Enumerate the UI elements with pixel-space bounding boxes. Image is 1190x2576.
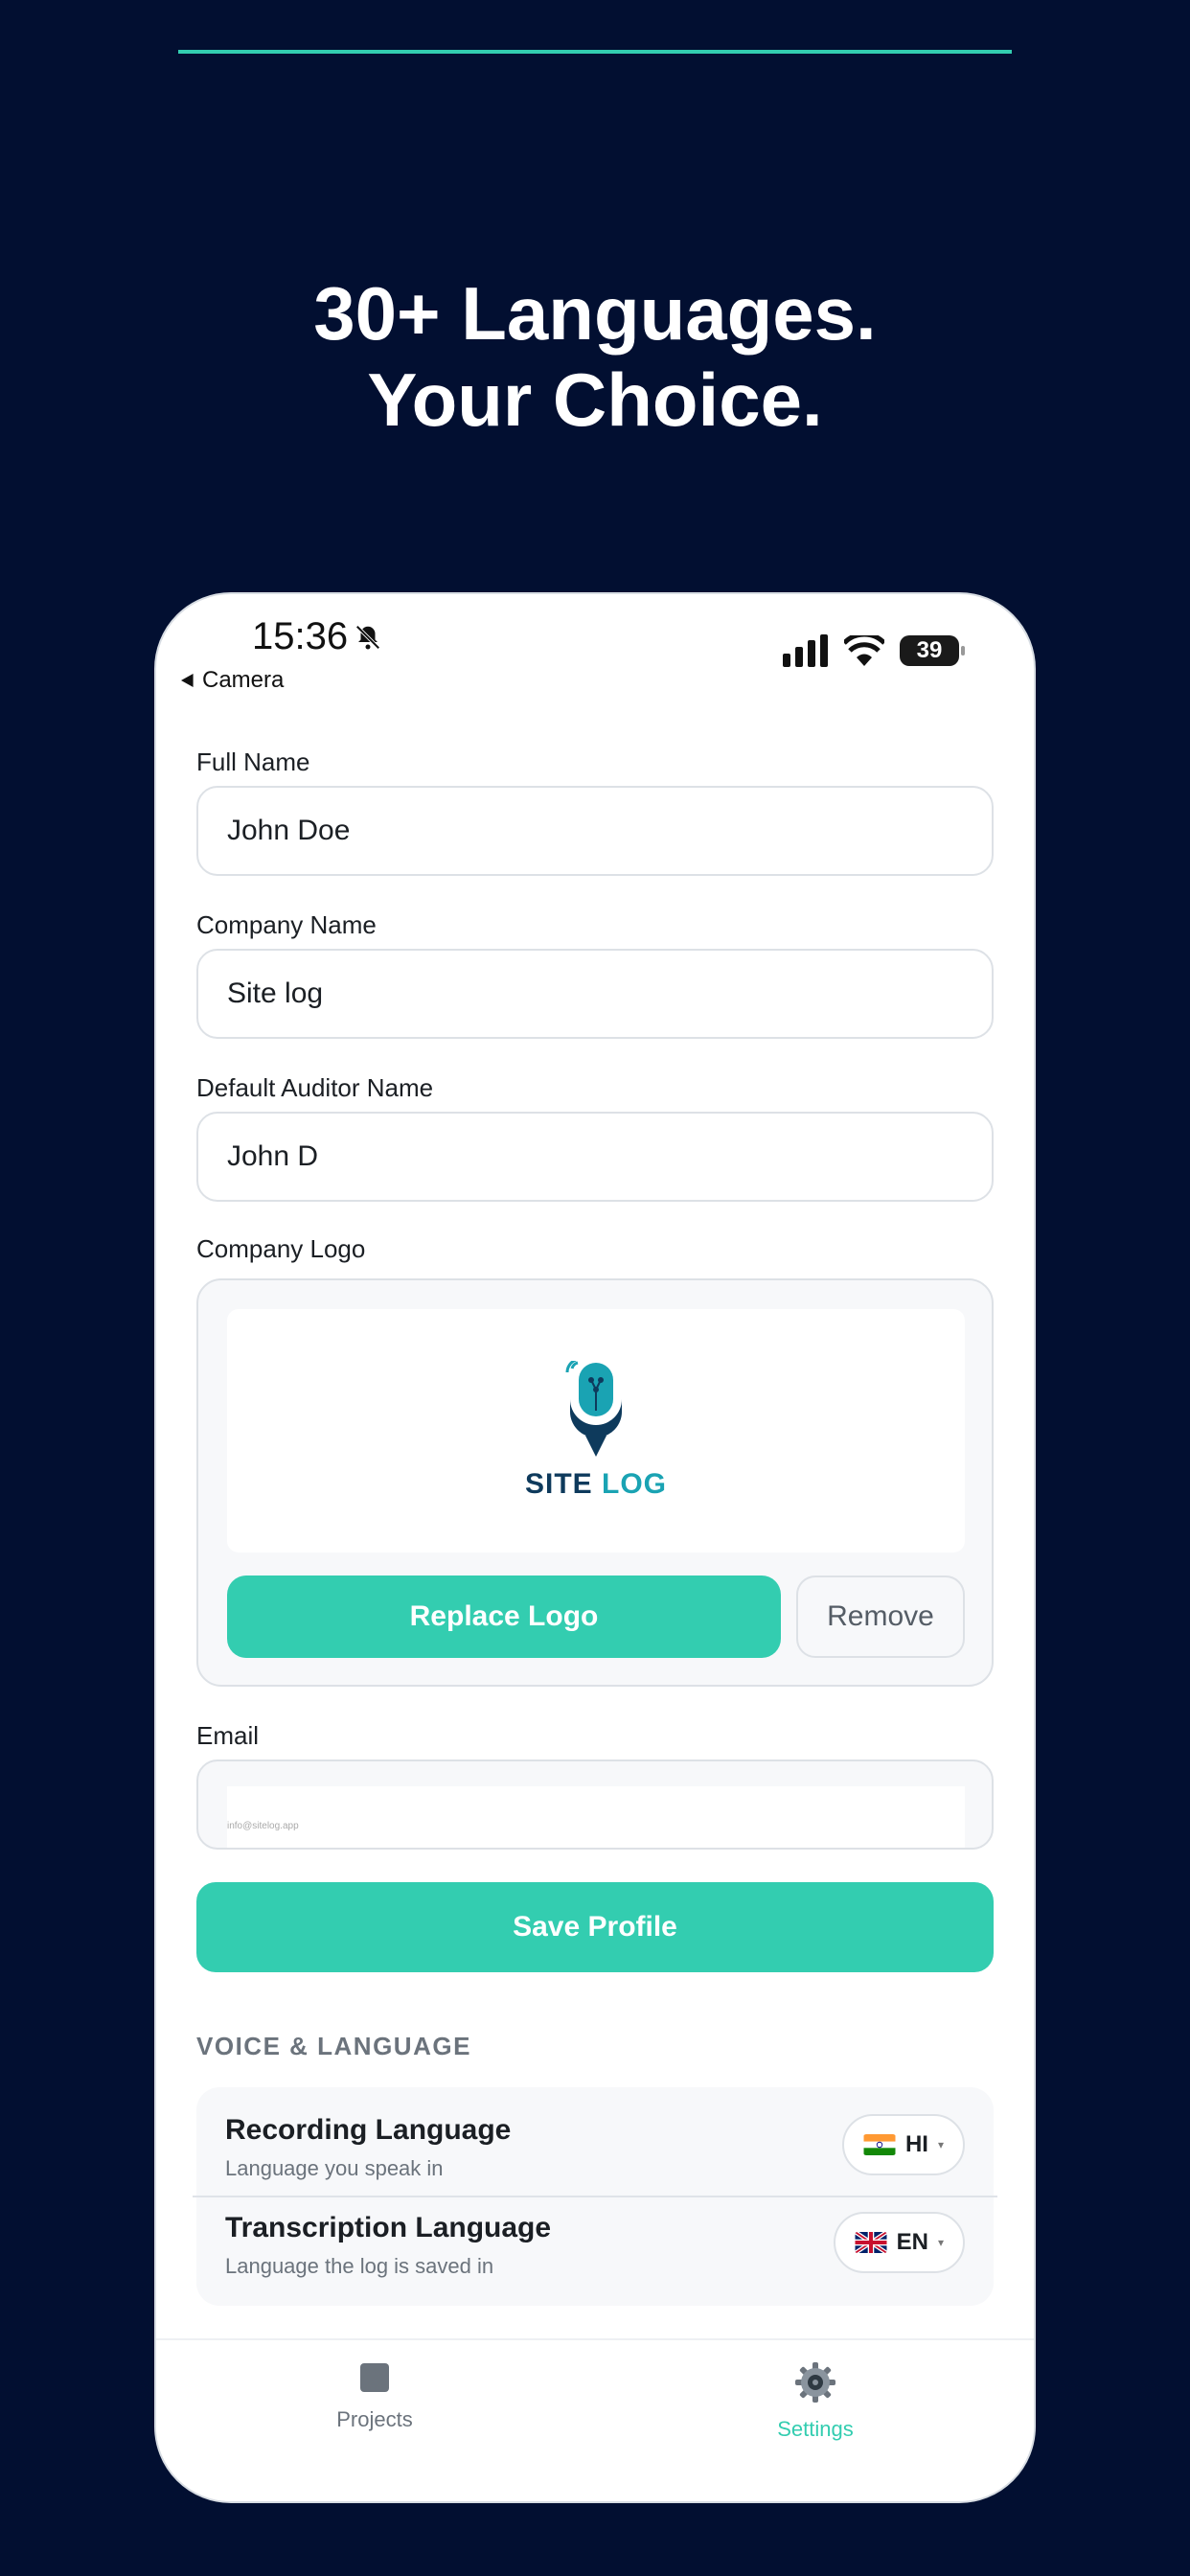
- remove-logo-button[interactable]: Remove: [796, 1576, 965, 1658]
- tab-settings-label: Settings: [777, 2417, 854, 2441]
- chevron-down-icon: ▾: [937, 2236, 944, 2249]
- tab-projects-label: Projects: [336, 2407, 413, 2431]
- company-name-label: Company Name: [196, 910, 377, 939]
- back-label: Camera: [202, 667, 285, 693]
- recording-language-row[interactable]: Recording Language Language you speak in…: [196, 2087, 994, 2185]
- language-settings-card: Recording Language Language you speak in…: [193, 2087, 997, 2306]
- transcription-language-selector[interactable]: EN ▾: [833, 2212, 965, 2273]
- status-time: 15:36: [252, 615, 382, 658]
- logo-site-text: SITE: [524, 1468, 593, 1500]
- transcription-language-subtitle: Language the log is saved in: [225, 2254, 494, 2278]
- gear-icon: [795, 2362, 835, 2403]
- email-label: Email: [196, 1721, 260, 1750]
- time-text: 15:36: [252, 615, 349, 657]
- headline-line-2: Your Choice.: [367, 357, 823, 442]
- full-name-field[interactable]: John Doe: [196, 786, 994, 876]
- transcription-language-title: Transcription Language: [225, 2212, 552, 2243]
- recording-language-code: HI: [904, 2131, 928, 2157]
- transcription-language-row[interactable]: Transcription Language Language the log …: [196, 2196, 994, 2294]
- tab-projects[interactable]: Projects: [279, 2361, 470, 2432]
- logo-log-text: LOG: [602, 1468, 668, 1500]
- replace-logo-button[interactable]: Replace Logo: [227, 1576, 781, 1658]
- back-to-camera[interactable]: Camera: [181, 667, 284, 694]
- save-profile-button[interactable]: Save Profile: [196, 1882, 994, 1972]
- recording-language-selector[interactable]: HI ▾: [841, 2114, 965, 2175]
- logo-wordmark: SITE LOG: [525, 1468, 667, 1501]
- full-name-value: John Doe: [227, 815, 351, 846]
- top-accent-line: [178, 50, 1012, 54]
- back-arrow-icon: [181, 674, 194, 687]
- india-flag-icon: [863, 2134, 896, 2155]
- battery-level: 39: [916, 637, 943, 663]
- battery-icon: 39: [900, 635, 965, 666]
- voice-language-section-title: VOICE & LANGUAGE: [196, 2032, 471, 2060]
- auditor-name-label: Default Auditor Name: [196, 1073, 434, 1102]
- tab-settings[interactable]: Settings: [720, 2361, 911, 2442]
- chevron-down-icon: ▾: [937, 2138, 944, 2151]
- full-name-label: Full Name: [196, 748, 310, 776]
- headline: 30+ Languages. Your Choice.: [0, 270, 1190, 443]
- company-name-field[interactable]: Site log: [196, 949, 994, 1039]
- phone-screen: 15:36 Camera 39 Full Name John Doe Compa…: [154, 592, 1036, 2503]
- auditor-name-field[interactable]: John D: [196, 1112, 994, 1202]
- company-logo-label: Company Logo: [196, 1234, 366, 1263]
- auditor-name-value: John D: [227, 1140, 319, 1172]
- bell-slash-icon: [355, 624, 380, 650]
- company-logo-box: SITE LOG Replace Logo Remove: [196, 1278, 994, 1687]
- uk-flag-icon: [854, 2232, 887, 2253]
- recording-language-subtitle: Language you speak in: [225, 2156, 444, 2180]
- microphone-logo-icon: [565, 1361, 623, 1457]
- tab-bar: Projects Settings: [156, 2338, 1034, 2501]
- projects-icon: [360, 2363, 389, 2392]
- signal-icon: [783, 634, 828, 667]
- email-field[interactable]: info@sitelog.app: [196, 1760, 994, 1850]
- wifi-icon: [844, 635, 884, 666]
- transcription-language-code: EN: [896, 2229, 928, 2255]
- logo-preview: SITE LOG: [227, 1309, 965, 1552]
- email-value: info@sitelog.app: [227, 1786, 965, 1848]
- headline-line-1: 30+ Languages.: [313, 271, 877, 356]
- status-icons: 39: [783, 634, 965, 667]
- company-name-value: Site log: [227, 978, 324, 1009]
- recording-language-title: Recording Language: [225, 2114, 512, 2146]
